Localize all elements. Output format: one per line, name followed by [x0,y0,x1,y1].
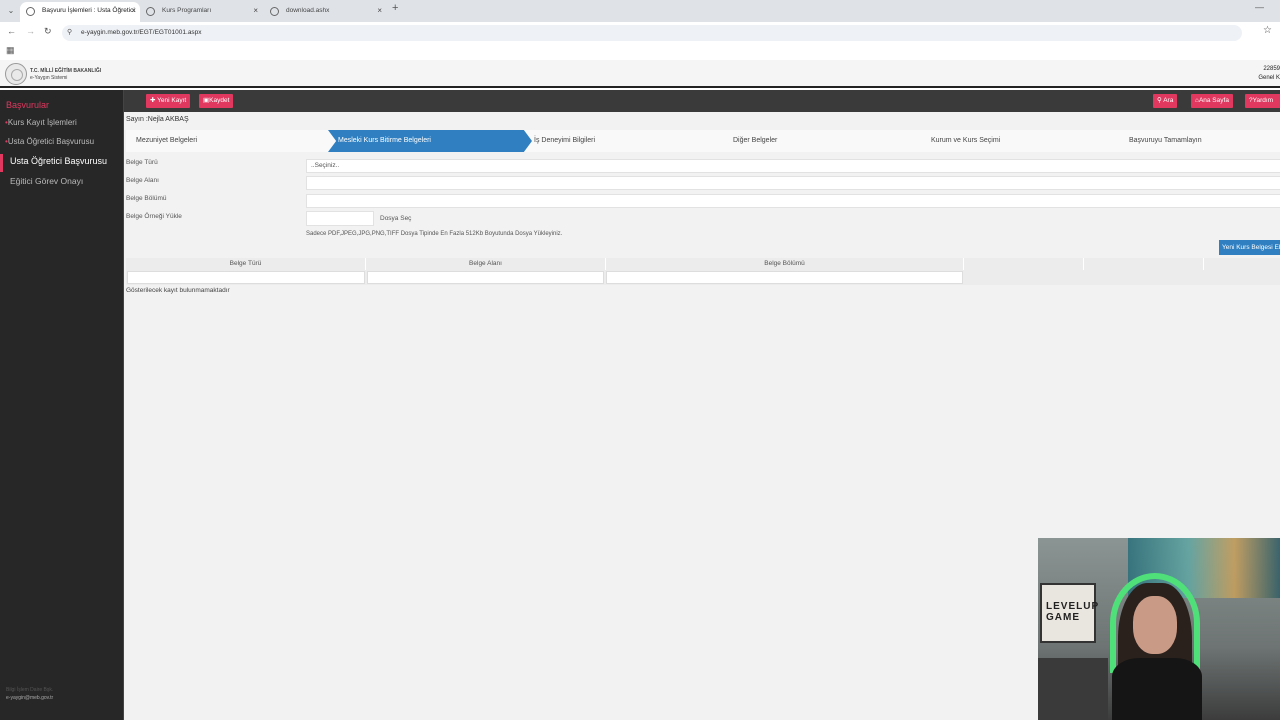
sidebar-item-kurs-kayit[interactable]: •Kurs Kayıt İşlemleri [0,118,123,134]
col-header-action [1204,258,1280,270]
bookmark-star-icon[interactable]: ☆ [1263,25,1272,36]
file-input[interactable] [306,211,374,226]
bookmarks-bar: ▦ [0,44,1280,58]
step-is-deneyimi[interactable]: İş Deneyimi Bilgileri [524,130,722,152]
doc-area-label: Belge Alanı [126,177,159,184]
help-button[interactable]: ?Yardım [1245,94,1280,108]
sidebar-item-label: Usta Öğretici Başvurusu [10,156,108,166]
home-label: Ana Sayfa [1198,97,1229,104]
reload-icon[interactable]: ↻ [44,26,52,37]
globe-icon [26,7,35,16]
sidebar-footer-email[interactable]: e-yaygin@meb.gov.tr [6,695,53,701]
sidebar-item-label: Eğitici Görev Onayı [10,176,84,186]
wizard-steps: Mezuniyet Belgeleri Mesleki Kurs Bitirme… [126,130,1280,152]
sidebar-item-usta-ogretici-basvurusu[interactable]: Usta Öğretici Başvurusu [0,154,123,172]
empty-table-message: Gösterilecek kayıt bulunmamaktadır [126,287,230,294]
globe-icon [270,7,279,16]
save-label: Kaydet [209,97,230,104]
search-label: Ara [1163,97,1174,104]
step-diger-belgeler[interactable]: Diğer Belgeler [723,130,921,152]
site-header: T.C. MİLLİ EĞİTİM BAKANLIĞI e-Yaygın Sis… [0,60,1280,88]
sidebar-title: Başvurular [6,100,50,110]
filter-belge-alani-input[interactable] [367,271,604,284]
col-header-belge-turu[interactable]: Belge Türü [126,258,366,270]
tab-title: download.ashx [286,7,330,14]
search-icon: ⚲ [1157,97,1162,104]
ministry-seal-logo [5,63,27,85]
sidebar-item-usta-ogretici-group[interactable]: •Usta Öğretici Başvurusu [0,137,123,153]
close-icon[interactable]: × [253,2,258,20]
tab-title: Kurs Programları [162,7,212,14]
step-mezuniyet[interactable]: Mezuniyet Belgeleri [126,130,326,152]
browser-tab[interactable]: download.ashx × [264,2,386,22]
header-user-code: 22859 [1263,66,1280,72]
sidebar: Başvurular •Kurs Kayıt İşlemleri •Usta Ö… [0,90,123,720]
webcam-person-face [1133,596,1177,654]
logo-subtitle: e-Yaygın Sistemi [30,75,68,81]
table-filter-row [126,270,1280,285]
col-header-action [964,258,1084,270]
col-header-action [1084,258,1204,270]
doc-type-select[interactable]: ..Seçiniz.. [306,159,1280,173]
webcam-shelf [1038,658,1108,720]
user-greeting: Sayın :Nejla AKBAŞ [126,116,189,123]
save-button[interactable]: ▣Kaydet [199,94,234,108]
choose-file-button[interactable]: Dosya Seç [376,211,416,226]
back-arrow-icon[interactable]: ← [7,26,16,36]
globe-icon [146,7,155,16]
close-icon[interactable]: × [377,2,382,20]
plus-icon: ✚ [150,97,156,104]
doc-section-label: Belge Bölümü [126,195,167,202]
add-course-doc-button[interactable]: Yeni Kurs Belgesi Ekle [1219,240,1280,255]
doc-area-select[interactable] [306,176,1280,190]
minimize-icon[interactable]: — [1255,2,1264,12]
doc-type-label: Belge Türü [126,159,158,166]
url-input[interactable]: ⚲ e-yaygin.meb.gov.tr/EGT/EGT01001.aspx [62,25,1242,41]
step-tamamla[interactable]: Başvuruyu Tamamlayın [1119,130,1280,152]
webcam-letter-board: LEVELUP GAME [1040,583,1098,643]
table-header: Belge Türü Belge Alanı Belge Bölümü [126,258,1280,270]
doc-section-select[interactable] [306,194,1280,208]
new-record-button[interactable]: ✚ Yeni Kayıt [146,94,191,108]
help-label: Yardım [1252,97,1274,104]
step-kurum-kurs[interactable]: Kurum ve Kurs Seçimi [921,130,1119,152]
url-text: e-yaygin.meb.gov.tr/EGT/EGT01001.aspx [81,29,202,36]
sidebar-item-label: Kurs Kayıt İşlemleri [7,118,77,127]
logo-title: T.C. MİLLİ EĞİTİM BAKANLIĞI [30,68,102,74]
new-tab-button[interactable]: + [392,2,398,14]
sidebar-item-egitici-gorev[interactable]: Eğitici Görev Onayı [0,176,123,192]
search-button[interactable]: ⚲ Ara [1153,94,1178,108]
forward-arrow-icon[interactable]: → [26,26,35,36]
sidebar-footer-department: Bilgi İşlem Daire Bşk. [6,687,54,693]
webcam-person-body [1112,658,1202,720]
address-bar-row: ← → ↻ ⚲ e-yaygin.meb.gov.tr/EGT/EGT01001… [0,22,1280,44]
filter-belge-bolumu-input[interactable] [606,271,963,284]
browser-tab[interactable]: Kurs Programları × [140,2,262,22]
new-record-label: Yeni Kayıt [157,97,187,104]
webcam-overlay: LEVELUP GAME [1038,538,1280,720]
sidebar-item-label: Usta Öğretici Başvurusu [7,137,95,146]
step-mesleki-kurs[interactable]: Mesleki Kurs Bitirme Belgeleri [328,130,532,152]
doc-upload-label: Belge Örneği Yükle [126,213,182,220]
browser-tab-active[interactable]: Başvuru İşlemleri : Usta Öğretici × [20,2,140,22]
col-header-belge-bolumu[interactable]: Belge Bölümü [606,258,964,270]
action-toolbar: ✚ Yeni Kayıt ▣Kaydet ⚲ Ara ⌂Ana Sayfa ?Y… [124,90,1280,112]
browser-tab-bar: ⌄ Başvuru İşlemleri : Usta Öğretici × Ku… [0,0,1280,22]
tab-search-chevron-icon[interactable]: ⌄ [4,4,18,18]
file-upload-note: Sadece PDF,JPEG,JPG,PNG,TIFF Dosya Tipin… [306,231,563,237]
col-header-belge-alani[interactable]: Belge Alanı [366,258,606,270]
apps-grid-icon[interactable]: ▦ [6,45,15,56]
filter-belge-turu-input[interactable] [127,271,365,284]
home-page-button[interactable]: ⌂Ana Sayfa [1191,94,1233,108]
site-info-icon[interactable]: ⚲ [67,28,72,36]
header-user-role: Genel K [1258,75,1280,81]
close-icon[interactable]: × [131,2,136,20]
tab-title: Başvuru İşlemleri : Usta Öğretici [42,7,135,14]
